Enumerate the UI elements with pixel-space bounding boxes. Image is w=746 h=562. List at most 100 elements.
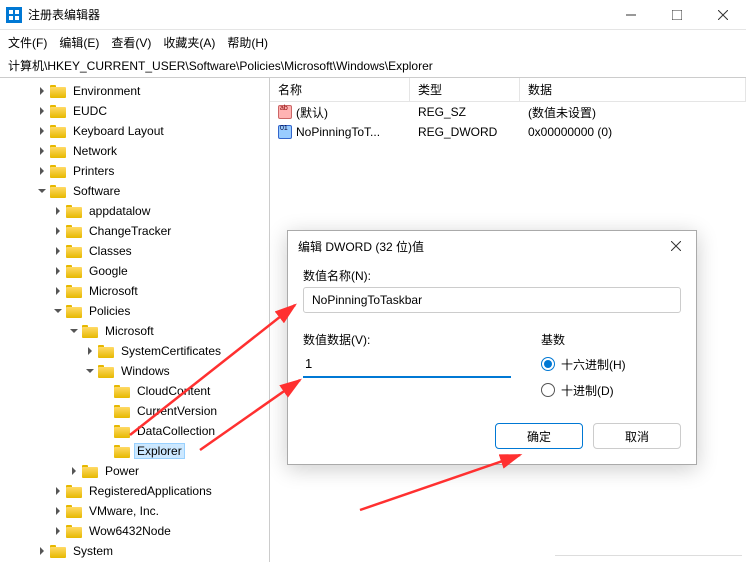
tree-item[interactable]: Keyboard Layout (0, 121, 269, 141)
menu-view[interactable]: 查看(V) (111, 34, 151, 51)
folder-icon (98, 344, 114, 358)
tree-label: DataCollection (134, 423, 218, 439)
dialog-title: 编辑 DWORD (32 位)值 (298, 238, 666, 255)
titlebar: 注册表编辑器 (0, 0, 746, 30)
folder-icon (82, 464, 98, 478)
chevron-right-icon[interactable] (36, 545, 48, 557)
tree-item[interactable]: DataCollection (0, 421, 269, 441)
folder-icon (50, 144, 66, 158)
col-name[interactable]: 名称 (270, 78, 410, 101)
tree-item[interactable]: SystemCertificates (0, 341, 269, 361)
tree-item[interactable]: Software (0, 181, 269, 201)
tree-item[interactable]: RegisteredApplications (0, 481, 269, 501)
folder-icon (66, 304, 82, 318)
tree-item[interactable]: Power (0, 461, 269, 481)
tree-item[interactable]: appdatalow (0, 201, 269, 221)
tree-item[interactable]: Policies (0, 301, 269, 321)
tree-panel: EnvironmentEUDC Keyboard Layout Network Pri… (0, 78, 270, 562)
radio-hex[interactable]: 十六进制(H) (541, 351, 681, 377)
tree-label: appdatalow (86, 203, 153, 219)
window-title: 注册表编辑器 (28, 6, 608, 23)
tree-label: Network (70, 143, 120, 159)
chevron-right-icon[interactable] (36, 105, 48, 117)
col-type[interactable]: 类型 (410, 78, 520, 101)
cancel-button[interactable]: 取消 (593, 423, 681, 449)
list-row[interactable]: (默认)REG_SZ(数值未设置) (270, 102, 746, 122)
chevron-right-icon[interactable] (36, 165, 48, 177)
panel-divider (555, 542, 742, 556)
chevron-right-icon[interactable] (84, 345, 96, 357)
edit-dword-dialog: 编辑 DWORD (32 位)值 数值名称(N): NoPinningToTas… (287, 230, 697, 465)
chevron-right-icon[interactable] (36, 145, 48, 157)
chevron-right-icon[interactable] (36, 125, 48, 137)
address-input[interactable] (8, 59, 738, 73)
ok-button[interactable]: 确定 (495, 423, 583, 449)
chevron-down-icon[interactable] (36, 185, 48, 197)
value-name-label: 数值名称(N): (303, 267, 681, 284)
menu-file[interactable]: 文件(F) (8, 34, 47, 51)
col-data[interactable]: 数据 (520, 78, 746, 101)
tree-item[interactable]: ChangeTracker (0, 221, 269, 241)
maximize-button[interactable] (654, 0, 700, 30)
radio-hex-label: 十六进制(H) (561, 356, 626, 373)
tree-item[interactable]: Microsoft (0, 321, 269, 341)
tree-item[interactable]: Network (0, 141, 269, 161)
folder-icon (66, 224, 82, 238)
tree-item[interactable]: CurrentVersion (0, 401, 269, 421)
folder-icon (114, 444, 130, 458)
folder-icon (50, 124, 66, 138)
tree-item[interactable]: CloudContent (0, 381, 269, 401)
list-row[interactable]: NoPinningToT...REG_DWORD0x00000000 (0) (270, 122, 746, 142)
folder-icon (50, 84, 66, 98)
tree-label: Policies (86, 303, 133, 319)
tree-label: Explorer (134, 443, 185, 459)
chevron-right-icon[interactable] (52, 265, 64, 277)
chevron-right-icon[interactable] (52, 485, 64, 497)
menu-edit[interactable]: 编辑(E) (59, 34, 99, 51)
close-button[interactable] (700, 0, 746, 30)
value-type: REG_DWORD (410, 125, 520, 139)
chevron-right-icon[interactable] (52, 245, 64, 257)
chevron-down-icon[interactable] (68, 325, 80, 337)
menu-favorites[interactable]: 收藏夹(A) (163, 34, 215, 51)
value-name-field[interactable]: NoPinningToTaskbar (303, 287, 681, 313)
folder-icon (114, 384, 130, 398)
chevron-down-icon[interactable] (84, 365, 96, 377)
value-data-input[interactable] (303, 351, 511, 378)
tree-item[interactable]: Classes (0, 241, 269, 261)
chevron-right-icon[interactable] (52, 205, 64, 217)
folder-icon (66, 284, 82, 298)
tree-item[interactable]: Environment (0, 81, 269, 101)
chevron-right-icon[interactable] (52, 225, 64, 237)
folder-icon (114, 424, 130, 438)
menu-help[interactable]: 帮助(H) (227, 34, 268, 51)
chevron-right-icon[interactable] (52, 285, 64, 297)
dialog-close-button[interactable] (666, 236, 686, 256)
folder-icon (66, 204, 82, 218)
chevron-right-icon[interactable] (52, 525, 64, 537)
folder-icon (66, 244, 82, 258)
tree-item[interactable]: VMware, Inc. (0, 501, 269, 521)
chevron-right-icon[interactable] (68, 465, 80, 477)
radio-dec-icon (541, 383, 555, 397)
minimize-button[interactable] (608, 0, 654, 30)
chevron-right-icon[interactable] (52, 505, 64, 517)
folder-icon (66, 504, 82, 518)
tree-label: Keyboard Layout (70, 123, 167, 139)
tree-item[interactable]: Explorer (0, 441, 269, 461)
tree-item[interactable]: Microsoft (0, 281, 269, 301)
chevron-down-icon[interactable] (52, 305, 64, 317)
folder-icon (50, 164, 66, 178)
value-data: (数值未设置) (520, 104, 746, 121)
tree-item[interactable]: Printers (0, 161, 269, 181)
tree-item[interactable]: Wow6432Node (0, 521, 269, 541)
tree-item[interactable]: Windows (0, 361, 269, 381)
list-header: 名称 类型 数据 (270, 78, 746, 102)
tree-item[interactable]: System (0, 541, 269, 561)
chevron-right-icon[interactable] (36, 85, 48, 97)
radio-dec-label: 十进制(D) (561, 382, 614, 399)
tree-item[interactable]: Google (0, 261, 269, 281)
radio-dec[interactable]: 十进制(D) (541, 377, 681, 403)
tree-label: Microsoft (86, 283, 141, 299)
tree-item[interactable]: EUDC (0, 101, 269, 121)
